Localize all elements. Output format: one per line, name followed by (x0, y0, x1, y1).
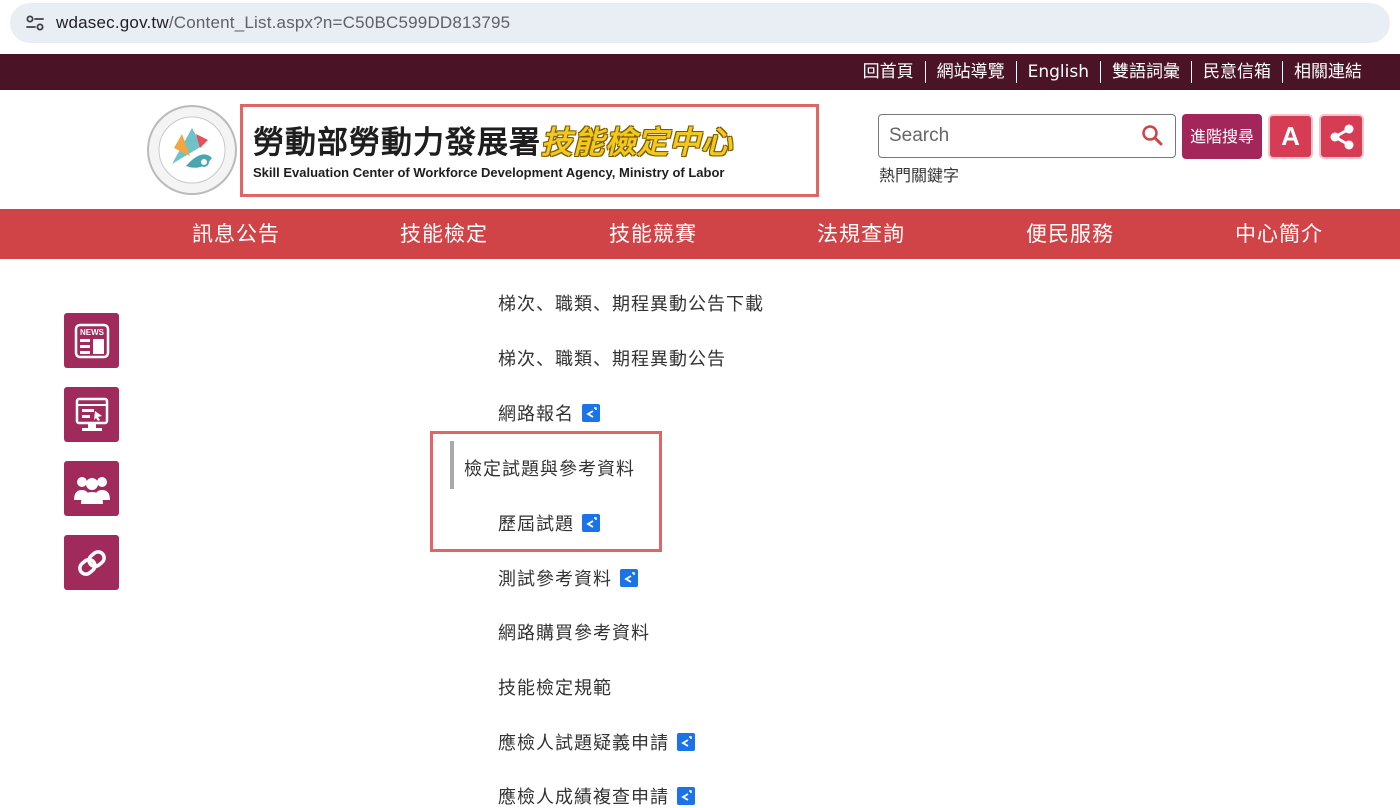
top-link-mailbox[interactable]: 民意信箱 (1191, 61, 1282, 83)
top-link-home[interactable]: 回首頁 (852, 61, 925, 83)
online-service-icon (75, 397, 108, 431)
nav-item-skill-evaluation[interactable]: 技能檢定 (400, 209, 488, 259)
news-icon: NEWS (74, 323, 109, 358)
menu-item-label: 檢定試題與參考資料 (464, 459, 635, 480)
active-item-indicator (450, 441, 454, 489)
logo-title-en: Skill Evaluation Center of Workforce Dev… (253, 165, 725, 180)
svg-text:NEWS: NEWS (80, 328, 105, 337)
main-nav: 訊息公告 技能檢定 技能競賽 法規查詢 便民服務 中心簡介 (0, 209, 1400, 259)
external-link-icon (677, 787, 695, 805)
top-link-english[interactable]: English (1015, 61, 1100, 83)
side-people-button[interactable] (64, 461, 119, 516)
external-link-icon (582, 404, 600, 422)
menu-item-label: 網路購買參考資料 (498, 623, 650, 644)
menu-item-schedule-change-download[interactable]: 梯次、職類、期程異動公告下載 (498, 290, 764, 316)
menu-item-label: 梯次、職類、期程異動公告下載 (498, 294, 764, 315)
menu-item-label: 網路報名 (498, 404, 574, 425)
hot-keywords-label[interactable]: 熱門關鍵字 (879, 162, 959, 186)
menu-item-label: 技能檢定規範 (498, 678, 612, 699)
link-icon (77, 549, 106, 576)
nav-item-announcements[interactable]: 訊息公告 (192, 209, 280, 259)
logo-title-accent: 技能檢定中心 (541, 125, 733, 161)
search-input[interactable] (889, 123, 1129, 149)
menu-item-online-registration[interactable]: 網路報名 (498, 400, 600, 426)
top-link-sitemap[interactable]: 網站導覽 (924, 61, 1016, 83)
menu-item-score-review-application[interactable]: 應檢人成績複查申請 (498, 783, 695, 808)
site-info-icon[interactable] (24, 12, 46, 34)
url-path: /Content_List.aspx?n=C50BC599DD813795 (168, 13, 511, 32)
side-online-service-button[interactable] (64, 387, 119, 442)
top-utility-bar: 回首頁 網站導覽 English 雙語詞彙 民意信箱 相關連結 (0, 54, 1400, 90)
advanced-search-button[interactable]: 進階搜尋 (1182, 114, 1262, 159)
people-icon (73, 476, 110, 504)
search-box (878, 114, 1176, 158)
nav-item-skill-competition[interactable]: 技能競賽 (609, 209, 697, 259)
site-logo[interactable]: 勞動部勞動力發展署技能檢定中心 Skill Evaluation Center … (240, 104, 819, 197)
font-size-button[interactable]: A (1268, 114, 1313, 159)
agency-seal-logo[interactable] (146, 104, 238, 196)
menu-item-label: 梯次、職類、期程異動公告 (498, 349, 726, 370)
menu-item-skill-evaluation-specs[interactable]: 技能檢定規範 (498, 674, 612, 700)
nav-item-public-services[interactable]: 便民服務 (1026, 209, 1114, 259)
logo-title-main: 勞動部勞動力發展署 (253, 125, 541, 161)
side-links-button[interactable] (64, 535, 119, 590)
side-news-button[interactable]: NEWS (64, 313, 119, 368)
url-text[interactable]: wdasec.gov.tw/Content_List.aspx?n=C50BC5… (56, 13, 510, 33)
top-link-glossary[interactable]: 雙語詞彙 (1100, 61, 1191, 83)
menu-item-test-references[interactable]: 測試參考資料 (498, 565, 638, 591)
nav-item-about[interactable]: 中心簡介 (1235, 209, 1323, 259)
top-link-related[interactable]: 相關連結 (1282, 61, 1373, 83)
url-host: wdasec.gov.tw (56, 13, 169, 32)
menu-item-buy-references-online[interactable]: 網路購買參考資料 (498, 619, 650, 645)
top-links: 回首頁 網站導覽 English 雙語詞彙 民意信箱 相關連結 (852, 54, 1373, 90)
url-field[interactable]: wdasec.gov.tw/Content_List.aspx?n=C50BC5… (10, 3, 1390, 43)
menu-item-schedule-change[interactable]: 梯次、職類、期程異動公告 (498, 345, 726, 371)
menu-item-question-doubt-application[interactable]: 應檢人試題疑義申請 (498, 729, 695, 755)
menu-item-past-exam-questions[interactable]: 歷屆試題 (498, 510, 600, 536)
browser-address-bar: wdasec.gov.tw/Content_List.aspx?n=C50BC5… (0, 0, 1400, 46)
menu-item-label: 歷屆試題 (498, 514, 574, 535)
menu-item-label: 測試參考資料 (498, 569, 612, 590)
search-icon[interactable] (1141, 124, 1163, 146)
logo-title-zh: 勞動部勞動力發展署技能檢定中心 (253, 117, 733, 162)
external-link-icon (677, 733, 695, 751)
share-button[interactable] (1319, 114, 1364, 159)
menu-item-label: 應檢人成績複查申請 (498, 787, 669, 808)
font-size-label: A (1281, 121, 1300, 151)
nav-item-regulations[interactable]: 法規查詢 (817, 209, 905, 259)
external-link-icon (620, 569, 638, 587)
external-link-icon (582, 514, 600, 532)
menu-item-label: 應檢人試題疑義申請 (498, 733, 669, 754)
share-icon (1330, 124, 1353, 149)
menu-item-exam-questions-references[interactable]: 檢定試題與參考資料 (464, 455, 635, 481)
